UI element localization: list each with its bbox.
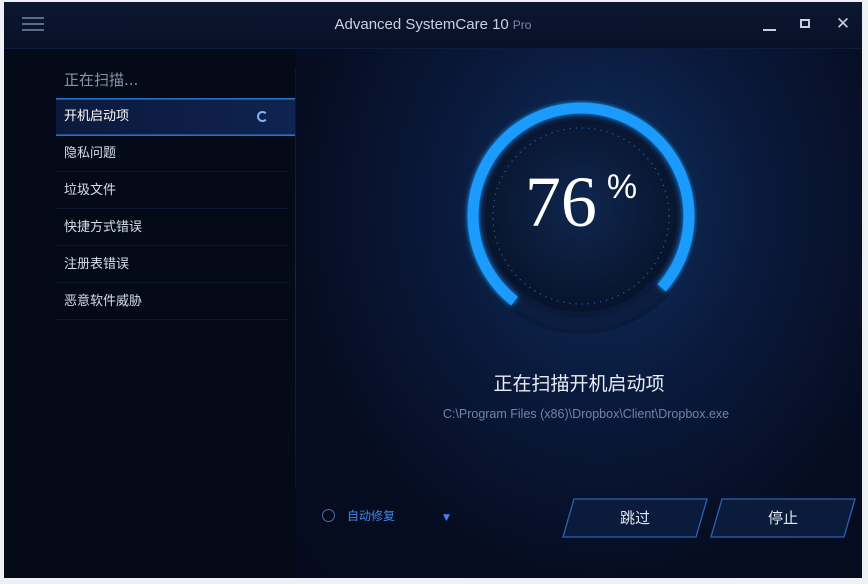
stop-button[interactable]: 停止 [710, 498, 856, 538]
stop-button-label: 停止 [767, 509, 798, 527]
maximize-icon [800, 19, 810, 28]
minimize-icon [763, 29, 776, 31]
current-file-path: C:\Program Files (x86)\Dropbox\Client\Dr… [442, 407, 730, 421]
title-bar: Advanced SystemCare 10 Pro ✕ [4, 2, 862, 49]
sidebar-item-malware-threats[interactable]: 恶意软件威胁 [56, 284, 288, 320]
app-title-text: Advanced SystemCare 10 [334, 16, 509, 33]
skip-button[interactable]: 跳过 [562, 498, 708, 538]
auto-repair-label: 自动修复 [347, 509, 396, 523]
app-edition: Pro [512, 18, 532, 32]
sidebar-item-registry-errors[interactable]: 注册表错误 [56, 247, 288, 283]
sidebar-item-label: 快捷方式错误 [64, 220, 143, 235]
sidebar-item-label: 开机启动项 [64, 109, 130, 124]
app-window: Advanced SystemCare 10 Pro ✕ 正在扫描... 开机启动… [4, 2, 862, 578]
sidebar-item-junk-files[interactable]: 垃圾文件 [56, 173, 288, 209]
minimize-button[interactable] [757, 12, 783, 36]
scanning-heading: 正在扫描... [64, 71, 139, 89]
scan-status-text: 正在扫描开机启动项 [493, 373, 665, 395]
auto-repair-radio[interactable] [322, 509, 335, 522]
maximize-button[interactable] [793, 12, 819, 36]
sidebar-item-label: 隐私问题 [64, 146, 117, 161]
percent-value: 76 [524, 162, 597, 242]
percent-sign: % [606, 168, 638, 206]
sidebar-item-shortcut-errors[interactable]: 快捷方式错误 [56, 210, 288, 246]
auto-repair-toggle[interactable]: 自动修复 ▼ [322, 507, 450, 525]
spinner-icon [257, 111, 268, 122]
sidebar-item-label: 注册表错误 [64, 257, 130, 272]
close-button[interactable]: ✕ [830, 12, 856, 36]
sidebar-item-label: 恶意软件威胁 [64, 294, 143, 309]
sidebar-item-privacy-issues[interactable]: 隐私问题 [56, 136, 288, 172]
percent-readout: 76% [456, 161, 706, 244]
close-icon: ✕ [835, 14, 851, 34]
scan-category-sidebar: 正在扫描... 开机启动项 隐私问题 垃圾文件 快捷方式错误 注册表错误 恶意软… [4, 49, 314, 578]
sidebar-item-label: 垃圾文件 [64, 183, 117, 198]
chevron-down-icon[interactable]: ▼ [443, 509, 450, 527]
app-title: Advanced SystemCare 10 Pro [4, 16, 862, 33]
sidebar-item-startup-items[interactable]: 开机启动项 [56, 98, 314, 136]
skip-button-label: 跳过 [619, 509, 650, 527]
